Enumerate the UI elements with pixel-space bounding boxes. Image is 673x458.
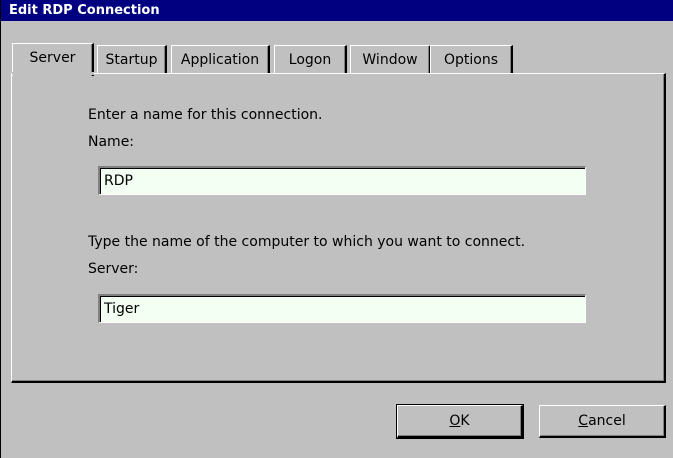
cancel-label-rest: ancel [588, 413, 626, 429]
server-prompt: Type the name of the computer to which y… [88, 234, 526, 250]
ok-label-rest: K [460, 413, 470, 429]
server-input[interactable] [98, 294, 586, 323]
tab-window-label: Window [362, 52, 418, 68]
ok-button[interactable]: OK [396, 404, 524, 439]
name-label: Name: [88, 134, 135, 150]
name-prompt: Enter a name for this connection. [88, 107, 323, 123]
tab-startup-label: Startup [105, 52, 158, 68]
tab-server-label: Server [29, 50, 76, 66]
tab-application-label: Application [180, 52, 260, 68]
tab-logon-label: Logon [288, 52, 332, 68]
tab-logon[interactable]: Logon [274, 45, 347, 74]
cancel-mnemonic: C [578, 413, 589, 429]
name-input[interactable] [98, 166, 586, 195]
tab-window[interactable]: Window [350, 45, 431, 74]
tab-options-label: Options [443, 52, 499, 68]
dialog-title: Edit RDP Connection [9, 3, 160, 18]
active-tab-joiner [12, 72, 94, 75]
dialog-title-bar[interactable]: Edit RDP Connection [1, 0, 673, 21]
tab-options[interactable]: Options [430, 45, 513, 74]
ok-mnemonic: O [449, 413, 461, 429]
server-label: Server: [88, 261, 139, 277]
cancel-button[interactable]: Cancel [539, 405, 666, 438]
edit-rdp-connection-dialog: Edit RDP Connection Server Startup Appli… [0, 0, 673, 458]
tab-application[interactable]: Application [171, 45, 270, 74]
tab-startup[interactable]: Startup [97, 45, 167, 74]
